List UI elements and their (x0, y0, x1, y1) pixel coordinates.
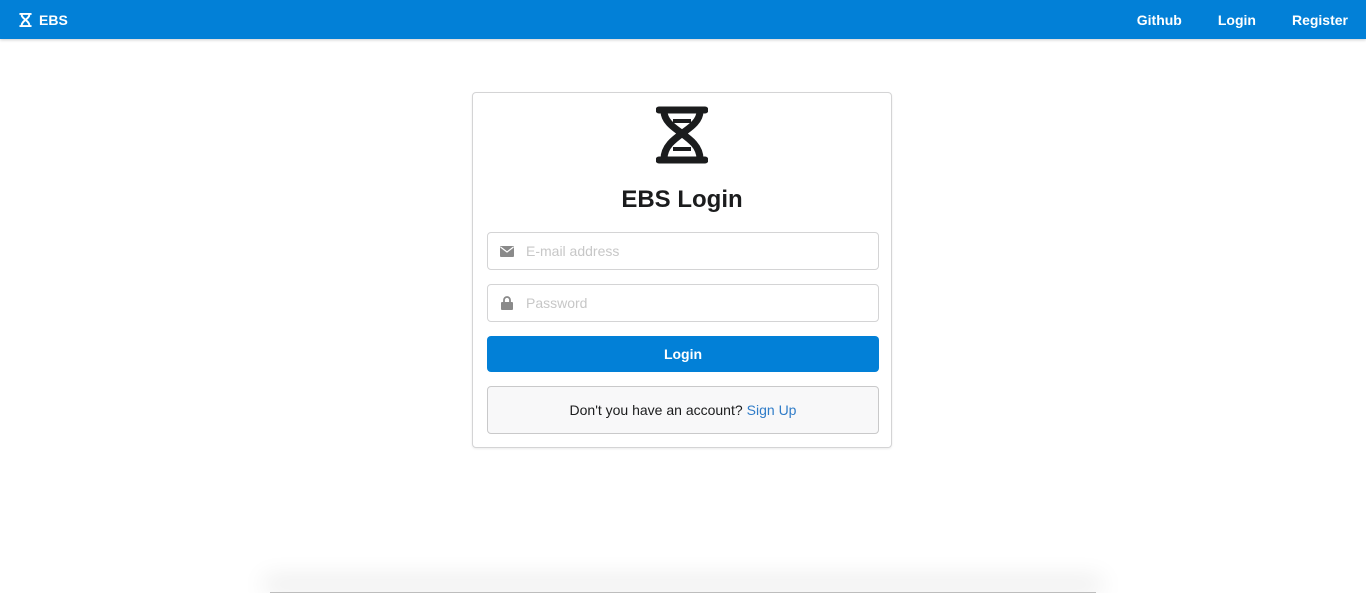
nav-github-link[interactable]: Github (1137, 12, 1182, 28)
email-field[interactable] (487, 232, 879, 270)
signup-prompt: Don't you have an account? (569, 402, 743, 418)
signup-link[interactable]: Sign Up (747, 402, 797, 418)
password-field[interactable] (487, 284, 879, 322)
signup-message: Don't you have an account? Sign Up (487, 386, 879, 434)
email-input[interactable] (526, 236, 866, 266)
login-button[interactable]: Login (487, 336, 879, 372)
password-input[interactable] (526, 288, 866, 318)
dna-icon (656, 106, 708, 164)
lock-icon (488, 285, 526, 321)
top-nav: Github Login Register (1101, 0, 1348, 39)
envelope-icon (488, 233, 526, 269)
dna-icon (19, 12, 32, 27)
top-navbar: EBS Github Login Register (0, 0, 1366, 39)
brand-label: EBS (39, 11, 68, 28)
nav-register-link[interactable]: Register (1292, 12, 1348, 28)
nav-login-link[interactable]: Login (1218, 12, 1256, 28)
page-title: EBS Login (621, 186, 743, 213)
login-card: EBS Login Login Don't you have an accoun… (472, 92, 892, 448)
brand-link[interactable]: EBS (19, 0, 68, 39)
